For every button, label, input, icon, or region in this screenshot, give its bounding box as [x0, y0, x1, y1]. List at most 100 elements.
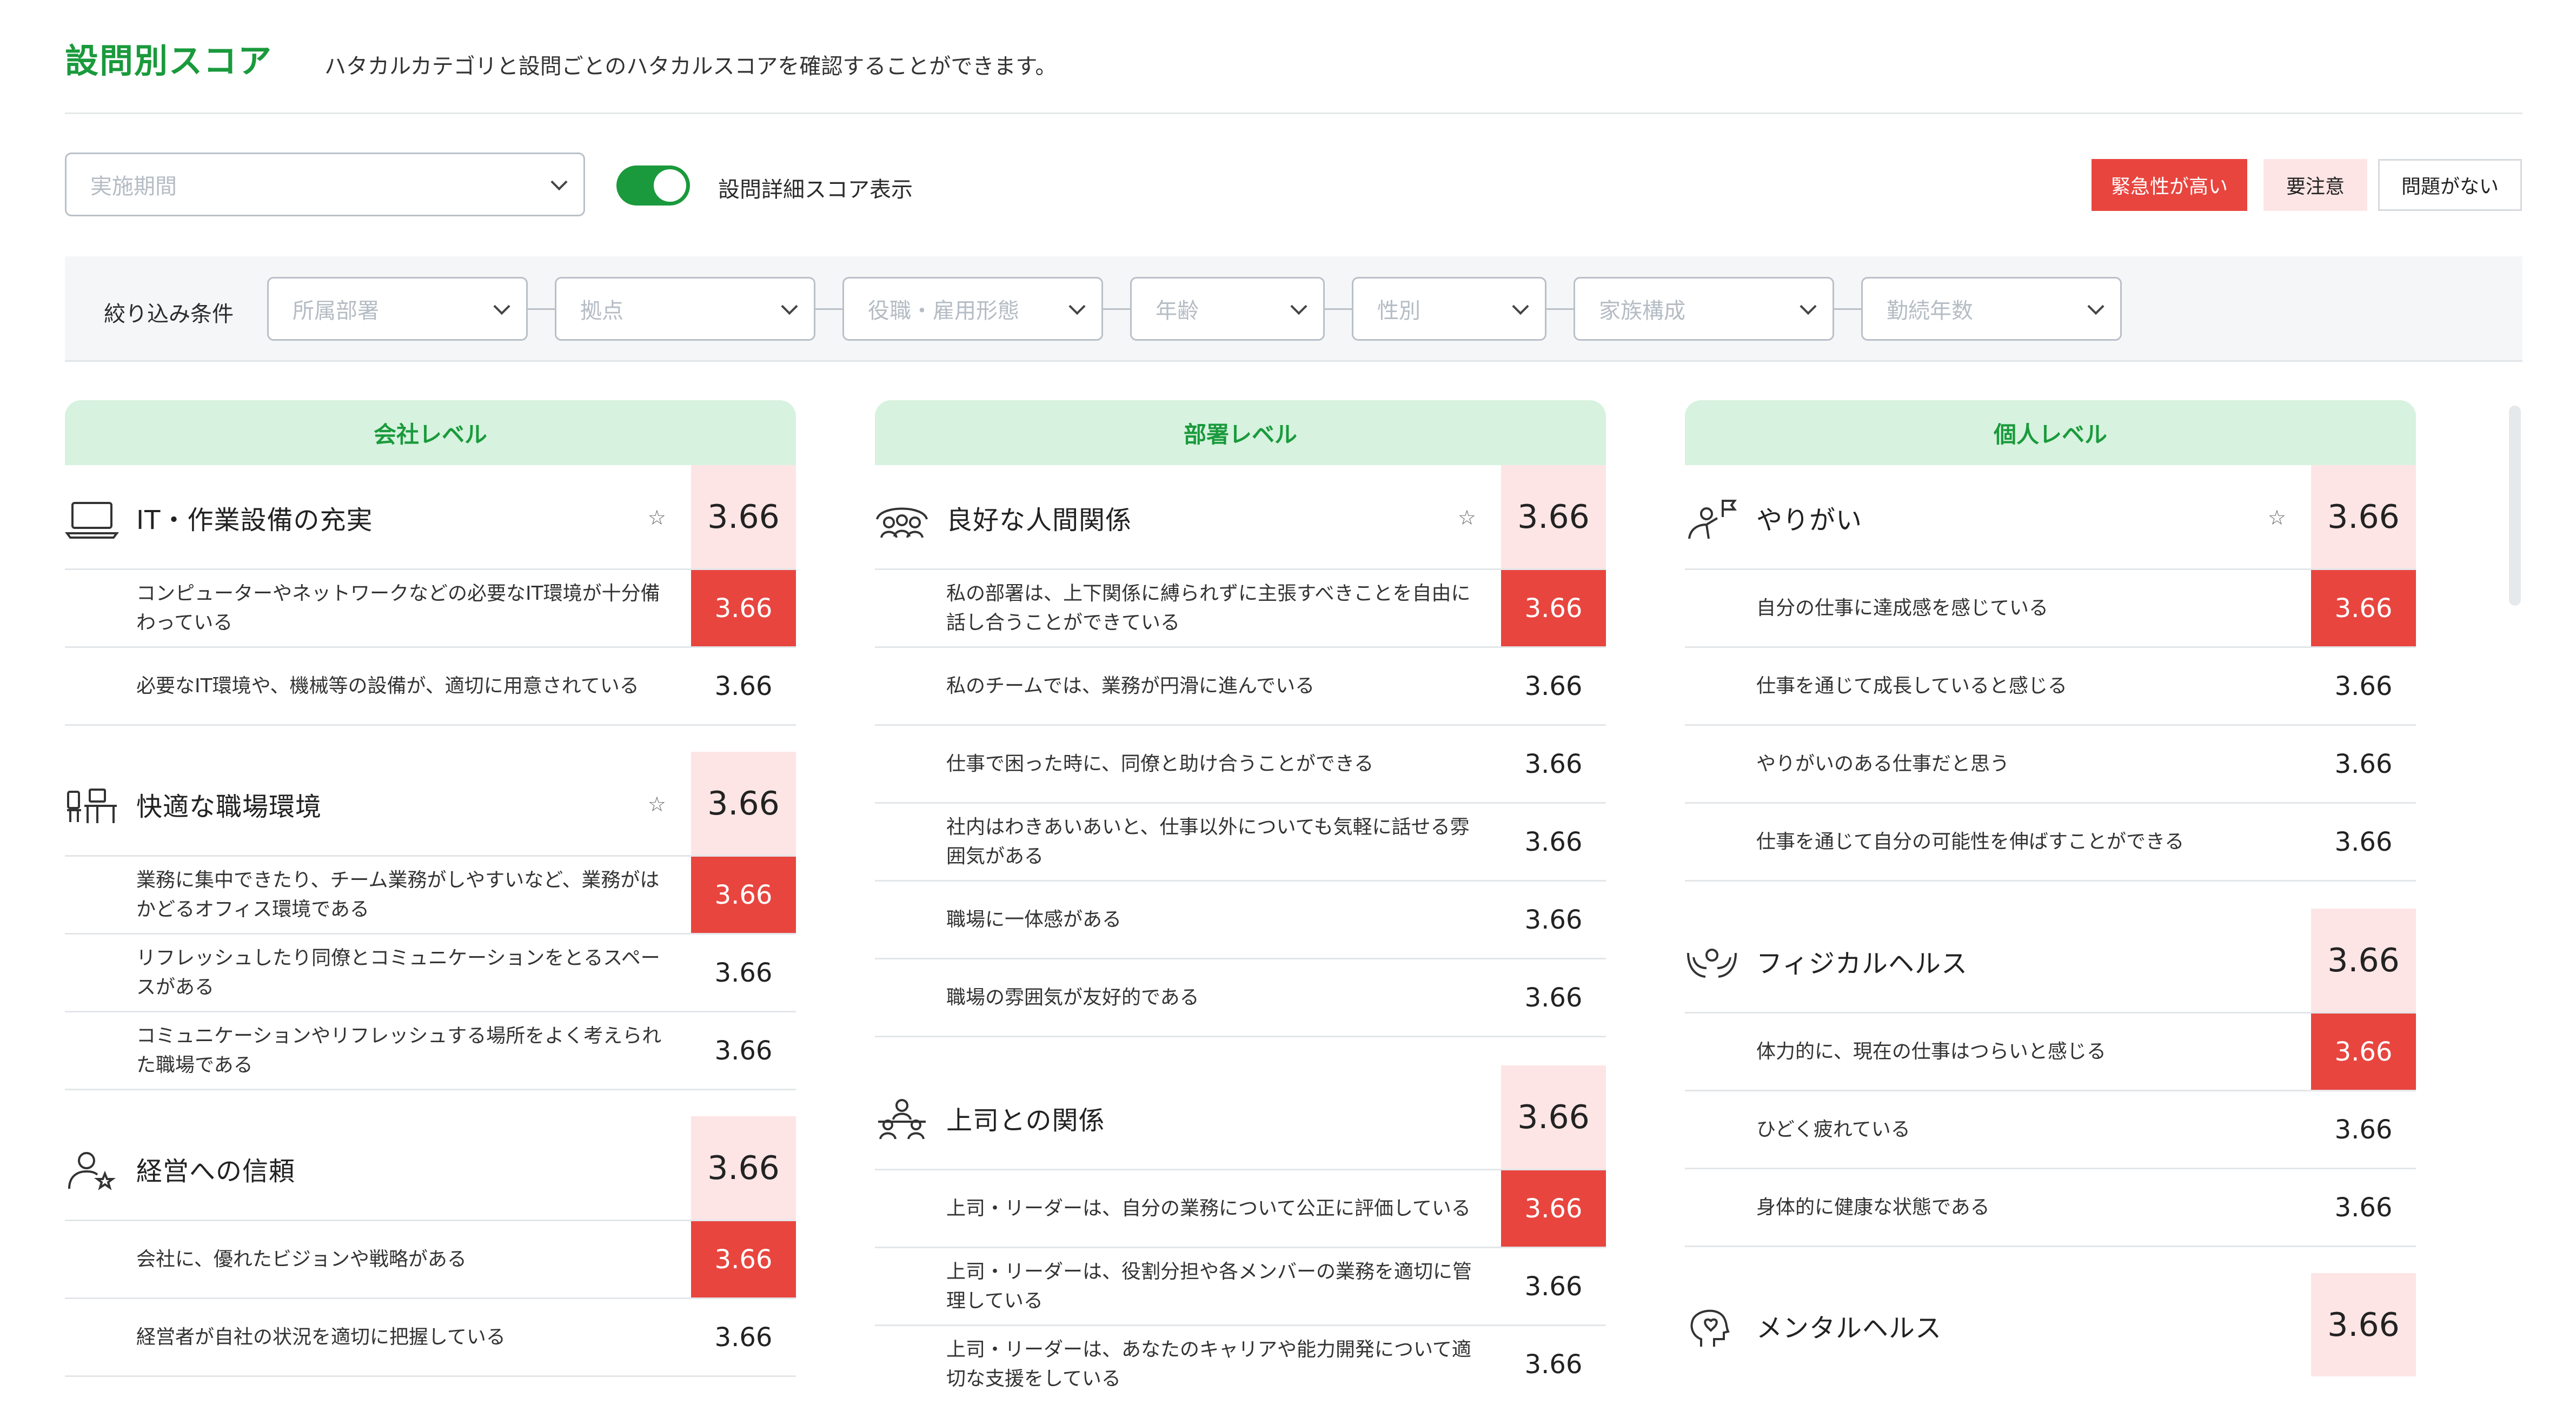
chevron-down-icon: [493, 298, 510, 315]
question-row: 仕事で困った時に、同僚と助け合うことができる 3.66: [875, 726, 1606, 804]
category-row[interactable]: フィジカルヘルス 3.66: [1685, 909, 2416, 1014]
page-subtitle: ハタカルカテゴリと設問ごとのハタカルスコアを確認することができます。: [324, 54, 1057, 79]
question-score: 3.66: [714, 1322, 773, 1353]
question-row: 体力的に、現在の仕事はつらいと感じる 3.66: [1685, 1014, 2416, 1091]
category-score: 3.66: [1501, 1065, 1606, 1169]
category-score: 3.66: [691, 465, 796, 568]
chevron-down-icon: [1512, 298, 1529, 315]
question-row: 自分の仕事に達成感を感じている 3.66: [1685, 570, 2416, 648]
category-score: 3.66: [691, 1116, 796, 1220]
filter-connector: [1546, 308, 1574, 310]
question-row: 上司・リーダーは、自分の業務について公正に評価している 3.66: [875, 1170, 1606, 1248]
people-group-icon: [876, 507, 928, 538]
page-title: 設問別スコア: [65, 41, 273, 81]
question-row: 上司・リーダーは、役割分担や各メンバーの業務を適切に管理している 3.66: [875, 1248, 1606, 1326]
question-score: 3.66: [1524, 904, 1583, 935]
question-row: 必要なIT環境や、機械等の設備が、適切に用意されている 3.66: [65, 648, 796, 726]
question-score: 3.66: [691, 857, 796, 933]
question-row: 私の部署は、上下関係に縛られずに主張すべきことを自由に話し合うことができている …: [875, 570, 1606, 648]
toggle-label: 設問詳細スコア表示: [718, 177, 913, 202]
category-row[interactable]: 上司との関係 3.66: [875, 1065, 1606, 1170]
star-icon[interactable]: ☆: [2268, 465, 2286, 570]
question-row: 業務に集中できたり、チーム業務がしやすいなど、業務がはかどるオフィス環境である …: [65, 857, 796, 935]
category-title: やりがい: [1756, 505, 1863, 535]
category-score: 3.66: [1501, 465, 1606, 568]
question-text: ひどく疲れている: [1756, 1118, 1910, 1141]
filter-tenure[interactable]: 勤続年数: [1861, 277, 2122, 341]
category-row[interactable]: 快適な職場環境 ☆ 3.66: [65, 752, 796, 857]
question-row: 経営者が自社の状況を適切に把握している 3.66: [65, 1299, 796, 1377]
question-text: 職場の雰囲気が友好的である: [946, 986, 1199, 1009]
boss-team-icon: [878, 1099, 926, 1140]
question-text: 私の部署は、上下関係に縛られずに主張すべきことを自由に話し合うことができている: [946, 582, 1471, 634]
star-icon[interactable]: ☆: [1458, 465, 1476, 570]
question-row: 職場の雰囲気が友好的である 3.66: [875, 959, 1606, 1037]
filter-placeholder: 勤続年数: [1887, 299, 1973, 323]
question-text: 経営者が自社の状況を適切に把握している: [136, 1326, 506, 1348]
star-icon[interactable]: ☆: [648, 752, 666, 857]
period-placeholder: 実施期間: [90, 174, 177, 199]
question-score: 3.66: [2311, 1014, 2416, 1090]
filter-gender[interactable]: 性別: [1352, 277, 1546, 341]
filter-placeholder: 家族構成: [1599, 299, 1685, 323]
filter-age[interactable]: 年齢: [1130, 277, 1325, 341]
filter-connector: [1834, 308, 1861, 310]
category-score: 3.66: [691, 752, 796, 855]
chevron-down-icon: [1800, 298, 1817, 315]
question-score: 3.66: [1501, 1170, 1606, 1247]
category-row[interactable]: メンタルヘルス 3.66: [1685, 1273, 2416, 1378]
question-row: 仕事を通じて成長していると感じる 3.66: [1685, 648, 2416, 726]
person-star-icon: [68, 1152, 116, 1190]
question-row: 仕事を通じて自分の可能性を伸ばすことができる 3.66: [1685, 804, 2416, 882]
category-title: 上司との関係: [946, 1105, 1105, 1136]
category-title: 良好な人間関係: [946, 505, 1132, 535]
filter-label: 絞り込み条件: [104, 302, 234, 327]
question-row: リフレッシュしたり同僚とコミュニケーションをとるスペースがある 3.66: [65, 935, 796, 1012]
filter-family[interactable]: 家族構成: [1574, 277, 1834, 341]
question-text: 私のチームでは、業務が円滑に進んでいる: [946, 674, 1315, 697]
question-text: リフレッシュしたり同僚とコミュニケーションをとるスペースがある: [136, 946, 660, 998]
question-score: 3.66: [2311, 570, 2416, 646]
laptop-icon: [65, 502, 119, 539]
column-header-individual: 個人レベル: [1685, 400, 2416, 465]
category-row[interactable]: やりがい ☆ 3.66: [1685, 465, 2416, 570]
filter-position[interactable]: 役職・雇用形態: [842, 277, 1103, 341]
detail-score-toggle[interactable]: [616, 165, 690, 206]
scrollbar[interactable]: [2509, 406, 2521, 606]
question-row: 私のチームでは、業務が円滑に進んでいる 3.66: [875, 648, 1606, 726]
star-icon[interactable]: ☆: [648, 465, 666, 570]
category-row[interactable]: 経営への信頼 3.66: [65, 1116, 796, 1221]
question-text: 上司・リーダーは、役割分担や各メンバーの業務を適切に管理している: [946, 1260, 1472, 1312]
category-score: 3.66: [2311, 909, 2416, 1012]
filter-connector: [528, 308, 555, 310]
question-row: 職場に一体感がある 3.66: [875, 882, 1606, 959]
question-text: 社内はわきあいあいと、仕事以外についても気軽に話せる雰囲気がある: [946, 816, 1470, 867]
question-text: 職場に一体感がある: [946, 908, 1122, 931]
filter-connector: [815, 308, 842, 310]
filter-department[interactable]: 所属部署: [267, 277, 528, 341]
period-select[interactable]: 実施期間: [65, 153, 585, 216]
question-score: 3.66: [691, 570, 796, 646]
filter-connector: [1103, 308, 1130, 310]
question-row: 社内はわきあいあいと、仕事以外についても気軽に話せる雰囲気がある 3.66: [875, 804, 1606, 882]
hands-care-icon: [1687, 949, 1737, 978]
question-score: 3.66: [2334, 1114, 2393, 1145]
question-text: 業務に集中できたり、チーム業務がしやすいなど、業務がはかどるオフィス環境である: [136, 869, 660, 920]
question-text: 仕事を通じて自分の可能性を伸ばすことができる: [1756, 830, 2185, 853]
question-score: 3.66: [1524, 1349, 1583, 1380]
question-text: 体力的に、現在の仕事はつらいと感じる: [1756, 1040, 2106, 1063]
question-text: やりがいのある仕事だと思う: [1756, 752, 2010, 775]
question-score: 3.66: [2334, 749, 2393, 779]
toggle-knob: [654, 169, 686, 202]
category-row[interactable]: 良好な人間関係 ☆ 3.66: [875, 465, 1606, 570]
filter-placeholder: 役職・雇用形態: [868, 299, 1019, 323]
filter-placeholder: 年齢: [1156, 299, 1199, 323]
person-flag-icon: [1688, 500, 1737, 539]
question-score: 3.66: [691, 1221, 796, 1297]
category-title: 快適な職場環境: [136, 792, 322, 822]
question-score: 3.66: [1524, 826, 1583, 857]
filter-location[interactable]: 拠点: [555, 277, 815, 341]
filter-placeholder: 所属部署: [293, 299, 379, 323]
category-row[interactable]: IT・作業設備の充実 ☆ 3.66: [65, 465, 796, 570]
column-header-department: 部署レベル: [875, 400, 1606, 465]
